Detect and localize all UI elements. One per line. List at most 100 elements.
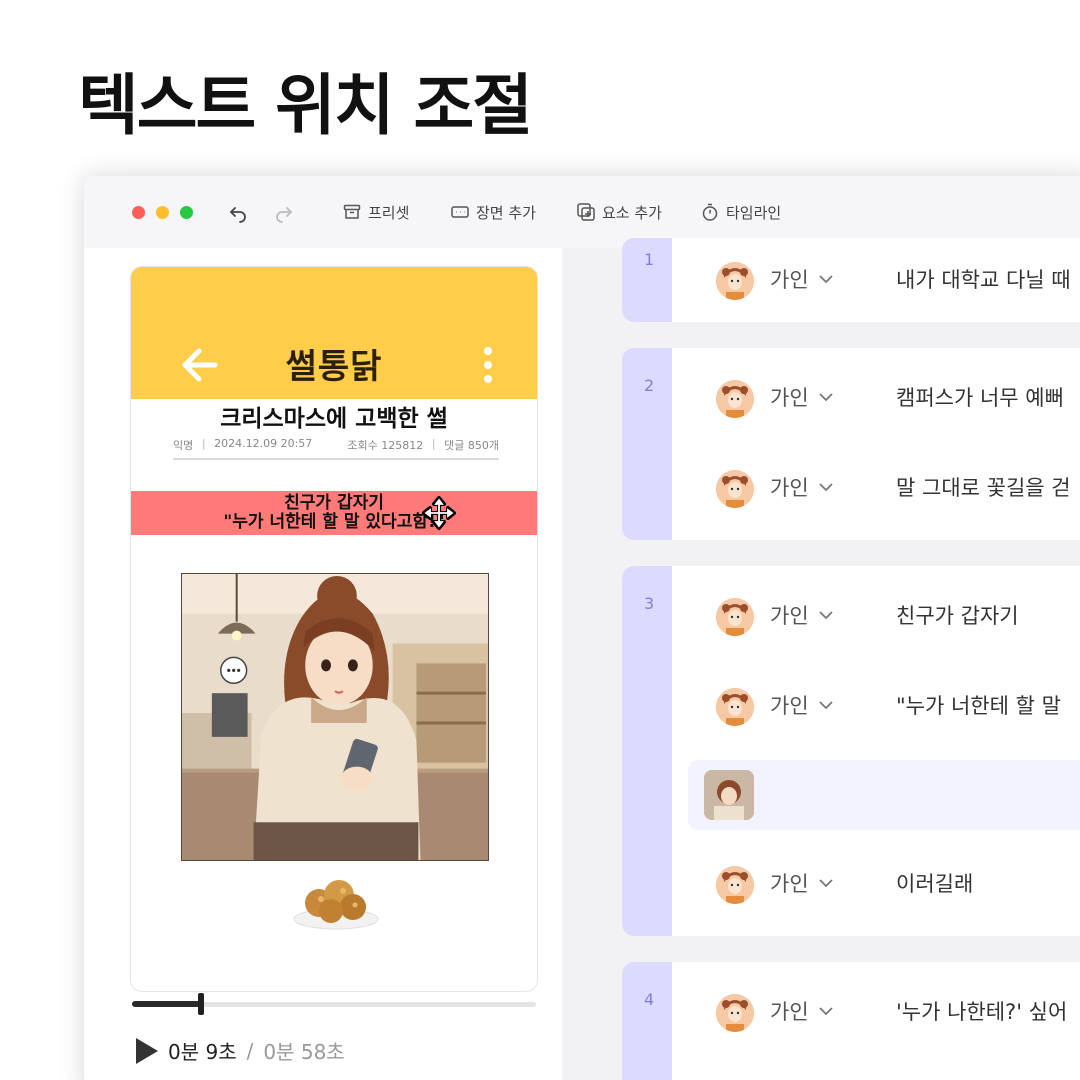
speaker-select[interactable]: 가인 [770, 690, 833, 720]
stopwatch-icon [702, 203, 718, 221]
play-icon[interactable] [136, 1037, 158, 1064]
current-time: 0분 9초 [168, 1040, 237, 1064]
editor-window: 프리셋 장면 추가 요소 추가 타임라인 썰통닭 크리스마스에 고백한 썰 익명… [84, 176, 1080, 1080]
preview-panel: 썰통닭 크리스마스에 고백한 썰 익명 | 2024.12.09 20:57 조… [84, 248, 562, 1080]
close-window-button[interactable] [132, 206, 145, 219]
post-title: 크리스마스에 고백한 썰 [220, 406, 448, 432]
meta-author: 익명 [173, 439, 194, 452]
image-element-row[interactable] [688, 760, 1080, 830]
chevron-down-icon [819, 1007, 833, 1016]
undo-icon[interactable] [226, 200, 250, 224]
scene-gutter [622, 962, 672, 1080]
speaker-select[interactable]: 가인 [770, 472, 833, 502]
page-headline: 텍스트 위치 조절 [78, 67, 533, 144]
scene-card[interactable]: 1 가인 내가 대학교 다닐 때 [622, 238, 1080, 322]
speaker-select[interactable]: 가인 [770, 868, 833, 898]
chevron-down-icon [819, 393, 833, 402]
dialogue-line[interactable]: 가인 이러길래 [672, 854, 1080, 914]
image-thumbnail [704, 770, 754, 820]
scene-card[interactable]: 2 가인 캠퍼스가 너무 예뻐 가인 말 그대로 꽃길을 걷 [622, 348, 1080, 540]
app-header: 썰통닭 [131, 267, 537, 399]
app-title: 썰통닭 [285, 347, 383, 387]
progress-knob[interactable] [197, 993, 204, 1015]
add-element-button[interactable]: 요소 추가 [576, 200, 662, 224]
scene-card[interactable]: 4 가인 '누가 나한테?' 싶어 [622, 962, 1080, 1080]
archive-icon [343, 204, 361, 219]
avatar [716, 380, 754, 418]
line-text[interactable]: 말 그대로 꽃길을 걷 [896, 472, 1071, 502]
minimize-window-button[interactable] [156, 206, 169, 219]
avatar [716, 262, 754, 300]
speaker-name: 가인 [770, 604, 809, 628]
scene-number: 1 [644, 250, 655, 269]
dialogue-line[interactable]: 가인 '누가 나한테?' 싶어 [672, 982, 1080, 1042]
caption-line-1: 친구가 갑자기 [284, 493, 384, 513]
progress-fill [132, 1001, 201, 1007]
avatar [716, 598, 754, 636]
phone-preview: 썰통닭 크리스마스에 고백한 썰 익명 | 2024.12.09 20:57 조… [130, 266, 538, 992]
speaker-name: 가인 [770, 872, 809, 896]
scene-gutter [622, 566, 672, 936]
time-separator: / [246, 1038, 254, 1063]
scene-add-icon [451, 206, 469, 218]
speaker-name: 가인 [770, 268, 809, 292]
meta-comments: 댓글 850개 [444, 439, 499, 452]
timeline-button[interactable]: 타임라인 [700, 200, 781, 224]
avatar [716, 994, 754, 1032]
chevron-down-icon [819, 275, 833, 284]
add-scene-button[interactable]: 장면 추가 [450, 200, 536, 224]
add-scene-label: 장면 추가 [476, 203, 536, 222]
meta-date: 2024.12.09 20:57 [214, 437, 313, 450]
line-text[interactable]: '누가 나한테?' 싶어 [896, 996, 1067, 1026]
dialogue-line[interactable]: 가인 캠퍼스가 너무 예뻐 [672, 368, 1080, 428]
chevron-down-icon [819, 701, 833, 710]
dialogue-line[interactable]: 가인 말 그대로 꽃길을 걷 [672, 458, 1080, 518]
more-options-icon [483, 347, 493, 387]
move-cursor-icon [422, 496, 456, 530]
meta-divider [173, 457, 499, 460]
scene-number: 4 [644, 990, 655, 1009]
chevron-down-icon [819, 611, 833, 620]
dialogue-line[interactable]: 가인 "누가 너한테 할 말 [672, 676, 1080, 736]
speaker-name: 가인 [770, 694, 809, 718]
line-text[interactable]: 캠퍼스가 너무 예뻐 [896, 382, 1064, 412]
avatar [716, 688, 754, 726]
scene-illustration [181, 573, 489, 861]
line-text[interactable]: 이러길래 [896, 868, 973, 898]
speaker-select[interactable]: 가인 [770, 382, 833, 412]
speaker-name: 가인 [770, 1000, 809, 1024]
speaker-select[interactable]: 가인 [770, 264, 833, 294]
scene-number: 3 [644, 594, 655, 613]
playback-progress[interactable] [132, 993, 536, 1015]
speaker-select[interactable]: 가인 [770, 600, 833, 630]
avatar [716, 866, 754, 904]
preset-button[interactable]: 프리셋 [342, 200, 409, 224]
caption-line-2: "누가 너한테 할 말 있다고함!" [223, 512, 445, 532]
caption-text-box[interactable]: 친구가 갑자기 "누가 너한테 할 말 있다고함!" [131, 491, 537, 535]
total-time: 0분 58초 [263, 1040, 345, 1064]
preset-label: 프리셋 [368, 203, 410, 222]
avatar [716, 470, 754, 508]
fried-chicken-image [293, 880, 379, 930]
line-text[interactable]: 내가 대학교 다닐 때 [896, 264, 1071, 294]
meta-views: 조회수 125812 [347, 439, 424, 452]
scene-card[interactable]: 3 가인 친구가 갑자기 가인 "누가 너한테 할 말 가인 이러길래 [622, 566, 1080, 936]
timeline-label: 타임라인 [726, 203, 782, 222]
scene-number: 2 [644, 376, 655, 395]
post-meta: 익명 | 2024.12.09 20:57 조회수 125812 | 댓글 85… [173, 437, 499, 452]
dialogue-line[interactable]: 가인 친구가 갑자기 [672, 586, 1080, 646]
chevron-down-icon [819, 483, 833, 492]
line-text[interactable]: 친구가 갑자기 [896, 600, 1019, 630]
speaker-name: 가인 [770, 386, 809, 410]
element-add-icon [577, 203, 595, 221]
add-element-label: 요소 추가 [602, 203, 662, 222]
zoom-window-button[interactable] [180, 206, 193, 219]
speaker-select[interactable]: 가인 [770, 996, 833, 1026]
script-panel: 1 가인 내가 대학교 다닐 때 2 가인 캠퍼스가 너무 예뻐 가인 말 그대… [562, 238, 1080, 1080]
time-display: 0분 9초 / 0분 58초 [136, 1036, 345, 1065]
speaker-name: 가인 [770, 476, 809, 500]
dialogue-line[interactable]: 가인 내가 대학교 다닐 때 [672, 250, 1080, 310]
chevron-down-icon [819, 879, 833, 888]
redo-icon[interactable] [272, 200, 296, 224]
line-text[interactable]: "누가 너한테 할 말 [896, 690, 1061, 720]
